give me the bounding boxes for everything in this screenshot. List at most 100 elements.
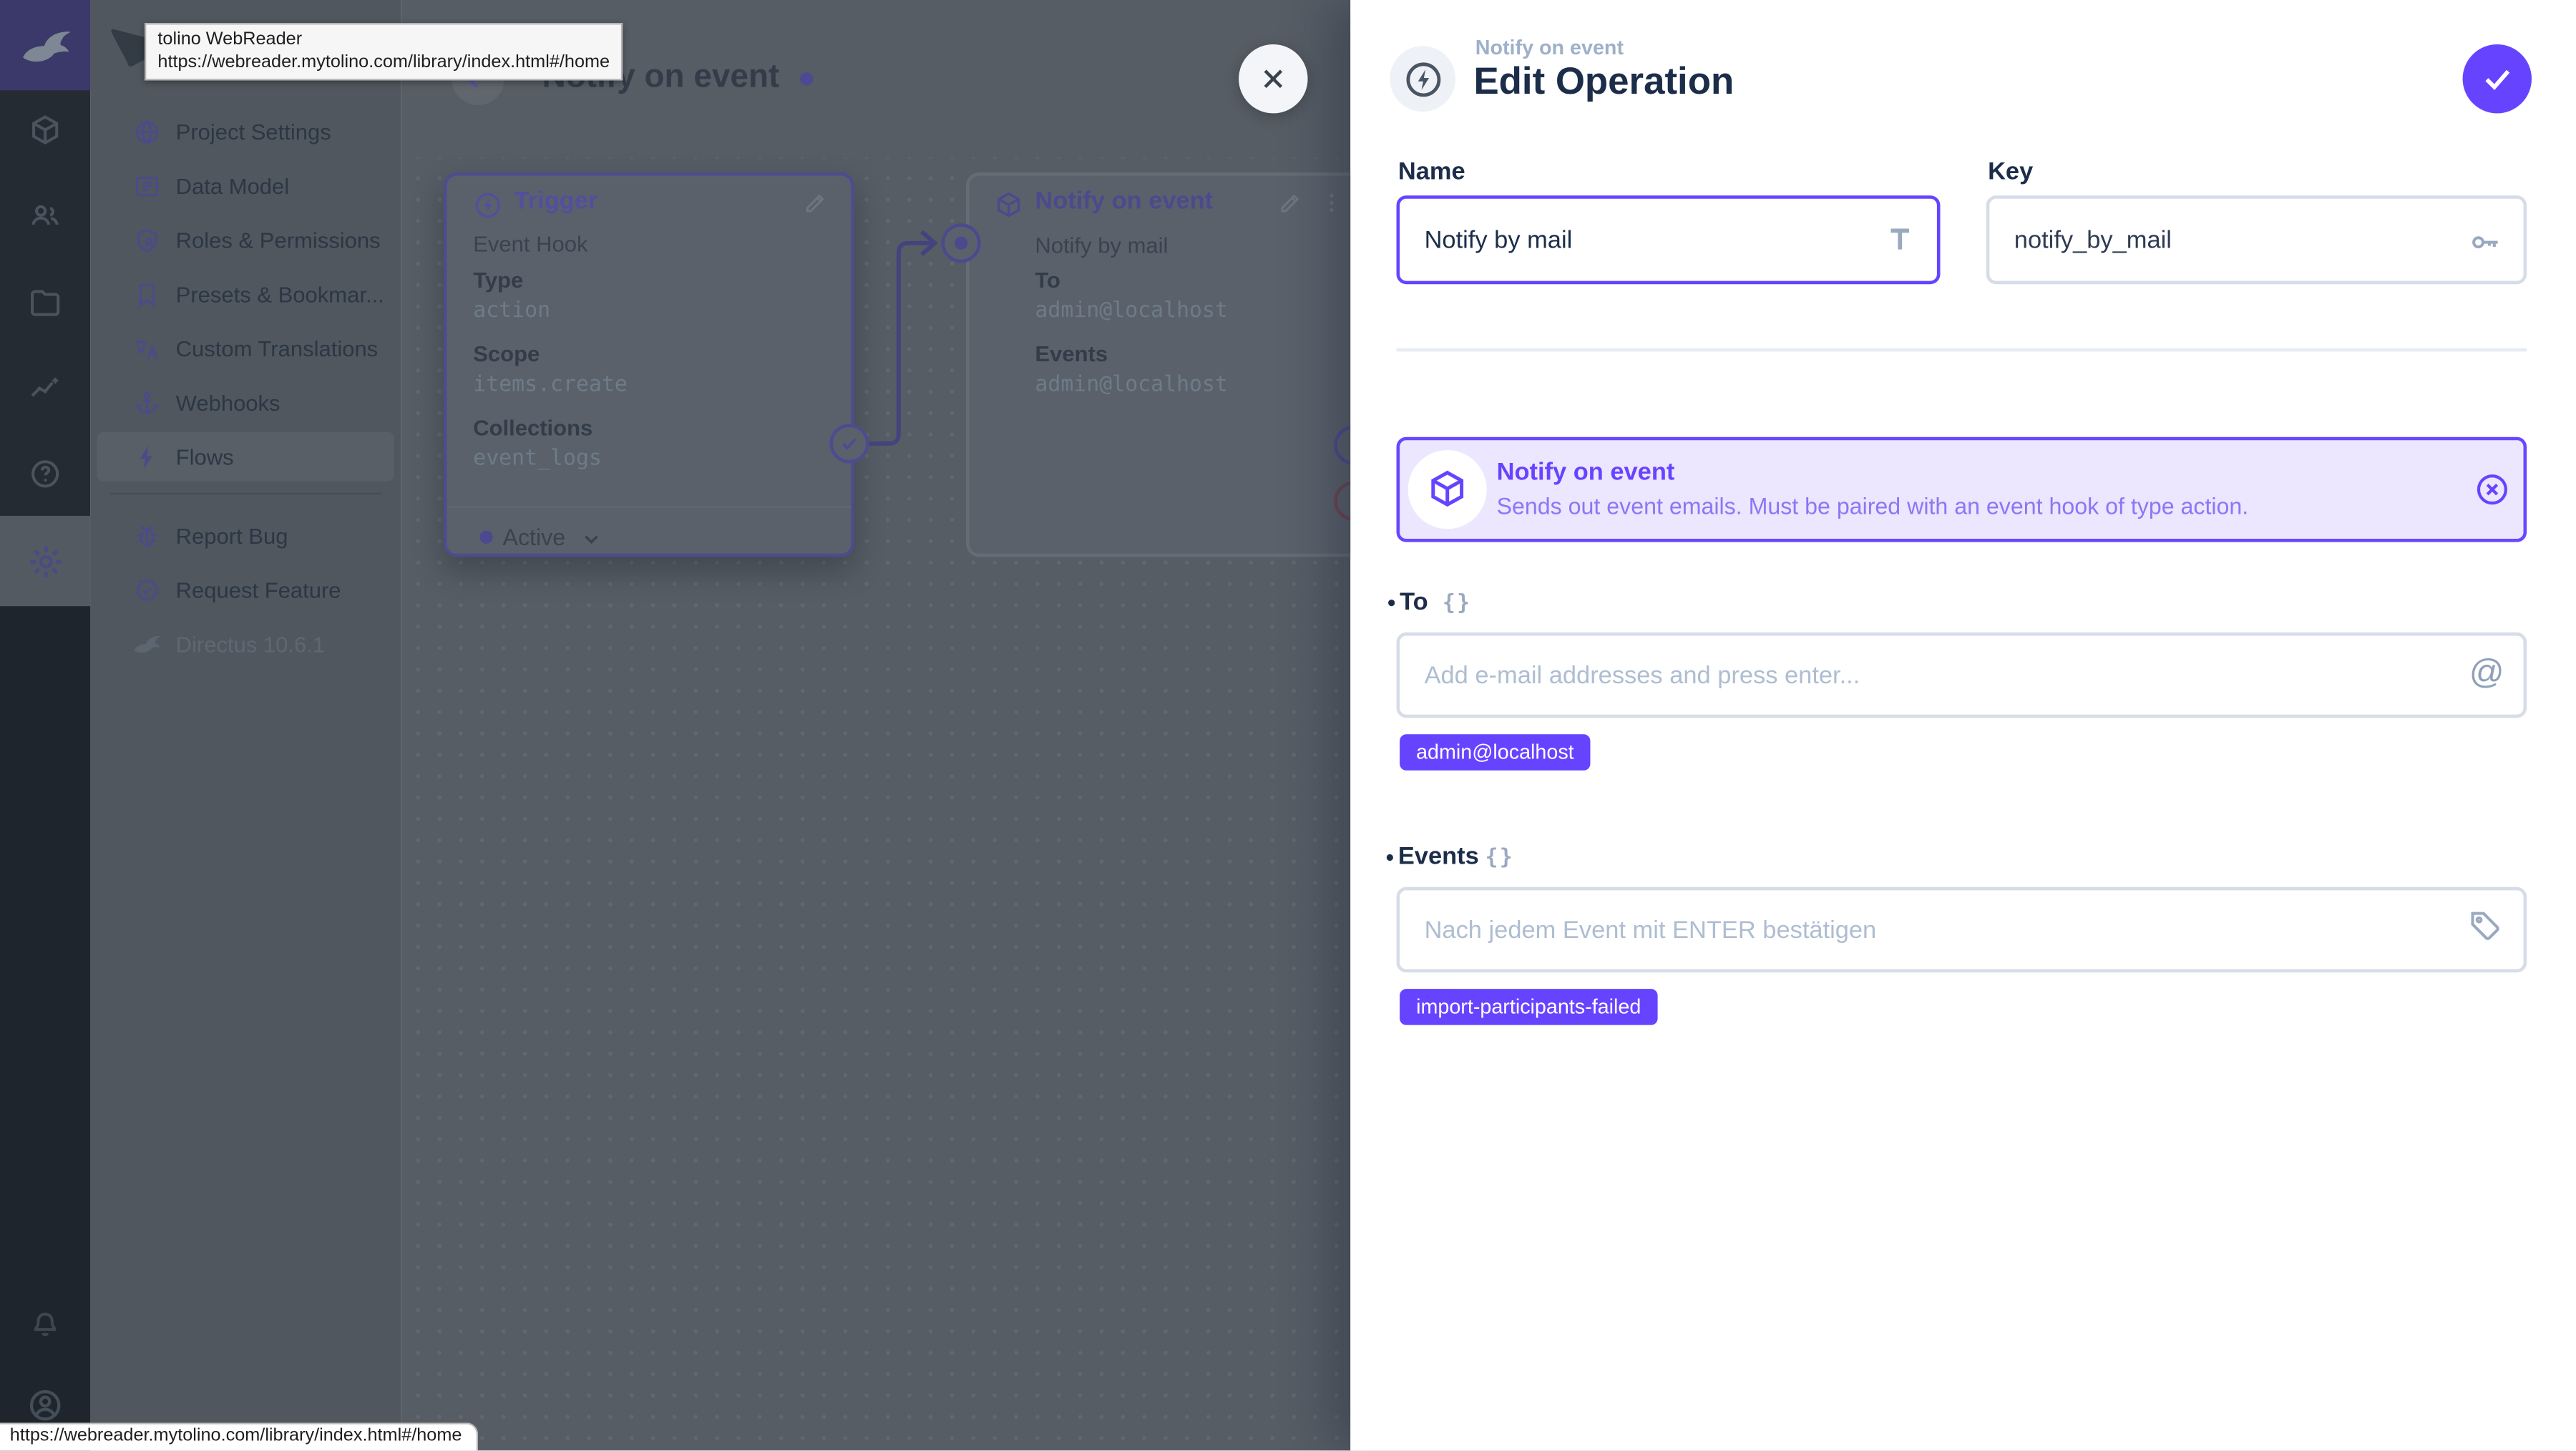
anchor-icon bbox=[135, 390, 159, 414]
field-label: Type bbox=[473, 268, 524, 293]
event-chip[interactable]: import-participants-failed bbox=[1400, 989, 1658, 1025]
email-chip[interactable]: admin@localhost bbox=[1400, 734, 1591, 771]
close-drawer-button[interactable] bbox=[1239, 44, 1308, 114]
active-status-dot bbox=[479, 530, 493, 544]
tooltip-title: tolino WebReader bbox=[157, 29, 303, 49]
close-icon bbox=[1264, 69, 1283, 88]
gear-icon bbox=[29, 544, 62, 577]
key-input[interactable] bbox=[1986, 195, 2527, 285]
check-icon bbox=[842, 438, 857, 451]
pencil-icon[interactable] bbox=[1278, 190, 1302, 215]
info-box-description: Sends out event emails. Must be paired w… bbox=[1496, 492, 2249, 519]
check-icon bbox=[2485, 69, 2510, 90]
info-icon-circle bbox=[1407, 450, 1487, 529]
settings-module-active[interactable] bbox=[0, 515, 91, 607]
trigger-panel-title: Trigger bbox=[514, 187, 598, 215]
rabbit-icon bbox=[21, 31, 70, 61]
title-icon bbox=[1890, 228, 1909, 250]
operation-name: Notify by mail bbox=[1035, 233, 1169, 258]
operation-panel-title: Notify on event bbox=[1035, 187, 1214, 215]
nav-item-project-settings[interactable]: Project Settings bbox=[97, 107, 394, 156]
drawer-subtitle: Notify on event bbox=[1475, 36, 1624, 59]
drawer-divider bbox=[1396, 348, 2527, 352]
directus-logo[interactable] bbox=[0, 0, 91, 91]
save-button[interactable] bbox=[2462, 44, 2532, 114]
cube-icon bbox=[997, 192, 1020, 218]
edited-dot bbox=[1386, 854, 1393, 861]
name-input[interactable] bbox=[1396, 195, 1941, 285]
deselect-operation-icon[interactable] bbox=[2474, 472, 2511, 508]
tag-icon bbox=[2471, 912, 2499, 940]
insights-module-icon[interactable] bbox=[28, 371, 62, 406]
cube-icon bbox=[1431, 470, 1464, 507]
globe-icon bbox=[135, 119, 159, 144]
nav-label: Flows bbox=[175, 444, 234, 469]
field-value: action bbox=[473, 298, 551, 324]
pencil-icon[interactable] bbox=[804, 190, 828, 215]
drawer-header-icon-circle bbox=[1390, 46, 1456, 112]
nav-item-report-bug[interactable]: Report Bug bbox=[97, 511, 394, 560]
trigger-status-select[interactable]: Active bbox=[503, 522, 566, 552]
field-value: admin@localhost bbox=[1035, 298, 1228, 324]
field-value: admin@localhost bbox=[1035, 373, 1228, 398]
link-tooltip: tolino WebReader https://webreader.mytol… bbox=[145, 23, 623, 81]
panel-divider bbox=[447, 506, 852, 508]
trigger-resolve-port[interactable] bbox=[829, 424, 869, 464]
key-icon bbox=[2472, 236, 2498, 249]
nav-label: Report Bug bbox=[175, 523, 288, 548]
drawer-title: Edit Operation bbox=[1473, 59, 1735, 102]
braces-icon[interactable]: {} bbox=[1443, 592, 1472, 616]
notifications-icon[interactable] bbox=[28, 1304, 62, 1339]
braces-icon[interactable]: {} bbox=[1485, 846, 1515, 870]
chevron-down-icon bbox=[585, 535, 598, 544]
trigger-panel[interactable]: Trigger Event Hook Type action Scope ite… bbox=[443, 172, 854, 557]
content-module-icon[interactable] bbox=[28, 113, 62, 147]
browser-status-bar: https://webreader.mytolino.com/library/i… bbox=[0, 1422, 479, 1451]
help-module-icon[interactable] bbox=[28, 456, 62, 491]
name-field-label: Name bbox=[1397, 157, 1465, 186]
field-value: event_logs bbox=[473, 446, 602, 472]
kebab-menu-icon[interactable] bbox=[1319, 190, 1344, 215]
trigger-type-name: Event Hook bbox=[473, 231, 588, 257]
field-value: items.create bbox=[473, 373, 628, 398]
translate-icon bbox=[136, 338, 158, 359]
account-avatar-icon[interactable] bbox=[26, 1387, 64, 1425]
list-icon bbox=[136, 175, 158, 196]
nav-item-webhooks[interactable]: Webhooks bbox=[97, 378, 394, 427]
to-input[interactable] bbox=[1396, 632, 2527, 718]
nav-version-row: Directus 10.6.1 bbox=[97, 620, 394, 669]
field-label: Collections bbox=[473, 415, 593, 441]
field-label: Scope bbox=[473, 341, 540, 366]
events-field-label: Events bbox=[1397, 842, 1479, 871]
edited-dot bbox=[1388, 600, 1395, 607]
nav-label: Presets & Bookmar... bbox=[175, 281, 384, 307]
key-field-label: Key bbox=[1988, 157, 2034, 186]
tooltip-url: https://webreader.mytolino.com/library/i… bbox=[157, 52, 610, 73]
bolt-icon bbox=[140, 445, 152, 469]
operation-info-box bbox=[1396, 436, 2527, 542]
nav-item-request-feature[interactable]: Request Feature bbox=[97, 565, 394, 615]
to-field-label: To bbox=[1400, 587, 1428, 616]
operation-input-port[interactable] bbox=[941, 223, 981, 263]
nav-label: Webhooks bbox=[175, 390, 280, 415]
nav-item-roles-permissions[interactable]: Roles & Permissions bbox=[97, 215, 394, 265]
nav-item-custom-translations[interactable]: Custom Translations bbox=[97, 323, 394, 373]
nav-item-presets-bookmarks[interactable]: Presets & Bookmar... bbox=[97, 270, 394, 319]
users-module-icon[interactable] bbox=[28, 199, 62, 233]
files-module-icon[interactable] bbox=[28, 285, 62, 320]
nav-item-flows[interactable]: Flows bbox=[97, 431, 395, 482]
nav-label: Custom Translations bbox=[175, 336, 379, 361]
bookmark-icon bbox=[139, 283, 155, 308]
field-label: Events bbox=[1035, 341, 1108, 366]
nav-item-data-model[interactable]: Data Model bbox=[97, 161, 394, 210]
shield-person-icon bbox=[137, 228, 157, 252]
rabbit-icon bbox=[134, 635, 161, 653]
operation-panel[interactable]: Notify on event Notify by mail To admin@… bbox=[966, 172, 1380, 557]
nav-label: Data Model bbox=[175, 173, 290, 198]
events-input[interactable] bbox=[1396, 886, 2527, 973]
nav-divider bbox=[109, 492, 381, 495]
circled-bolt-icon bbox=[1405, 62, 1440, 97]
screen: Project Settings Data Model Roles & Perm… bbox=[0, 0, 2576, 1451]
flow-status-dot bbox=[800, 72, 814, 86]
port-dot bbox=[954, 236, 968, 250]
